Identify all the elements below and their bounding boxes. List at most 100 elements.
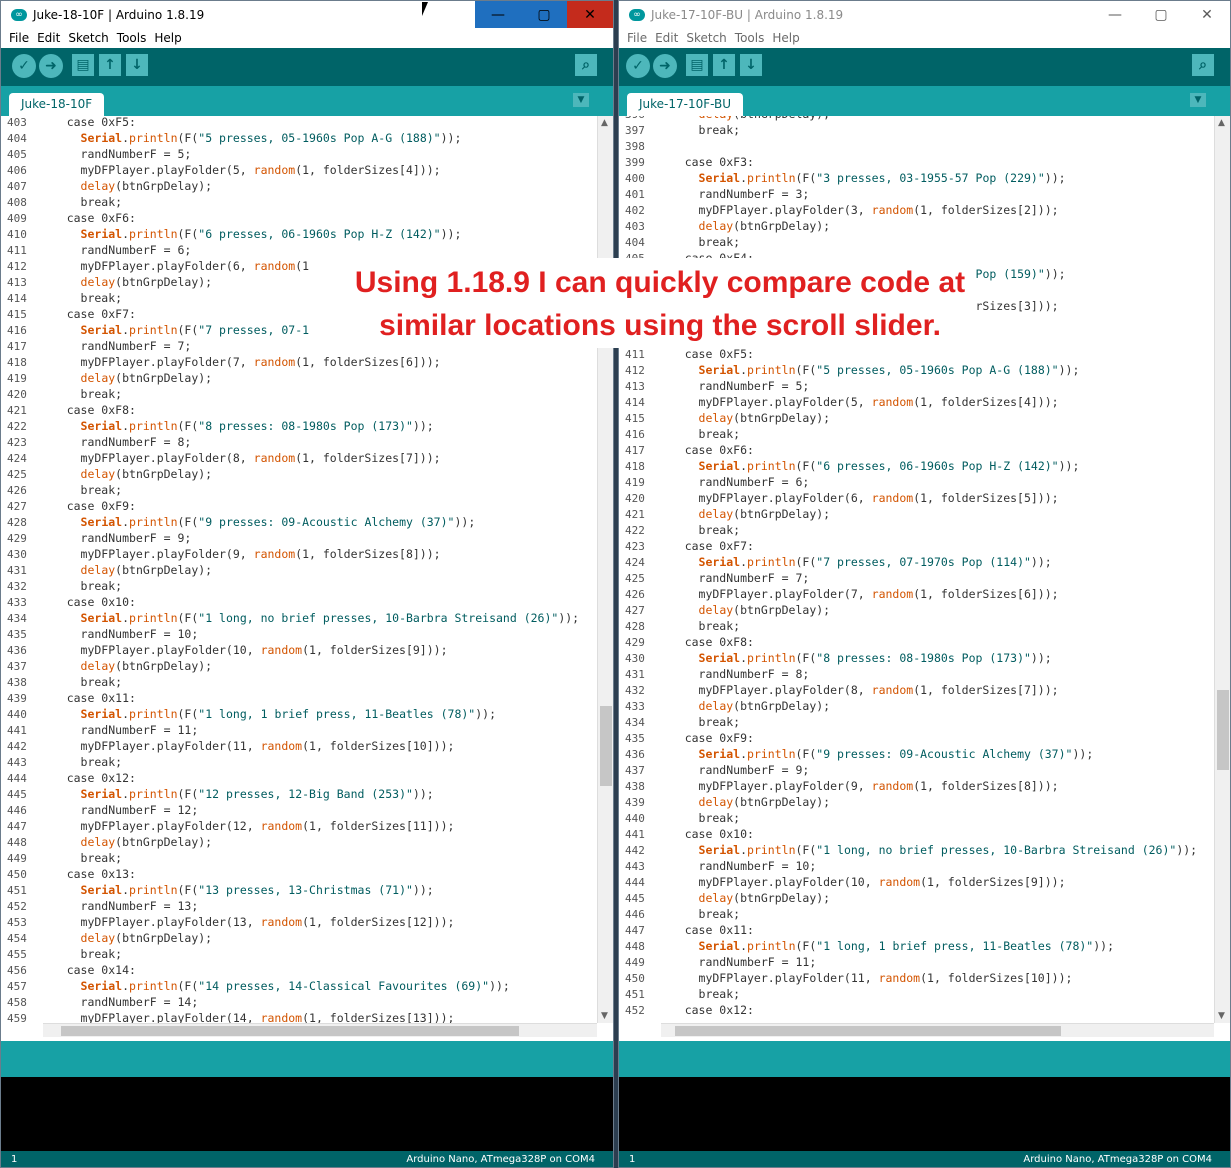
code-text: break; bbox=[657, 523, 741, 537]
menu-help[interactable]: Help bbox=[772, 31, 799, 45]
code-line: 424 myDFPlayer.playFolder(8, random(1, f… bbox=[1, 450, 597, 466]
mouse-cursor-icon bbox=[422, 2, 428, 16]
code-line: 439 delay(btnGrpDelay); bbox=[619, 794, 1214, 810]
code-text: case 0x12: bbox=[39, 771, 136, 785]
line-number-label: 418 bbox=[625, 460, 645, 473]
line-number-label: 455 bbox=[7, 948, 27, 961]
code-line: 438 myDFPlayer.playFolder(9, random(1, f… bbox=[619, 778, 1214, 794]
line-number-label: 422 bbox=[7, 420, 27, 433]
code-editor[interactable]: 403 case 0xF5: 404 Serial.println(F("5 pr… bbox=[1, 116, 613, 1023]
menu-file[interactable]: File bbox=[627, 31, 647, 45]
vertical-scrollbar[interactable]: ▲ ▼ bbox=[597, 116, 613, 1023]
menu-sketch[interactable]: Sketch bbox=[686, 31, 726, 45]
menu-tools[interactable]: Tools bbox=[735, 31, 765, 45]
save-down-arrow-icon[interactable]: ↓ bbox=[126, 54, 148, 76]
code-text: break; bbox=[657, 123, 741, 137]
line-number-label: 411 bbox=[625, 348, 645, 361]
code-text: delay(btnGrpDelay); bbox=[80, 467, 213, 481]
line-number-label: 451 bbox=[625, 988, 645, 1001]
line-number-label: 414 bbox=[7, 292, 27, 305]
vertical-scroll-thumb[interactable] bbox=[1217, 690, 1229, 770]
line-number-label: 431 bbox=[7, 564, 27, 577]
open-up-arrow-icon[interactable]: ↑ bbox=[713, 54, 735, 76]
code-line: 451 Serial.println(F("13 presses, 13-Chr… bbox=[1, 882, 597, 898]
code-text: case 0xF8: bbox=[39, 403, 136, 417]
verify-check-icon[interactable]: ✓ bbox=[12, 54, 36, 78]
code-text: Serial.println(F("1 long, 1 brief press,… bbox=[80, 707, 497, 721]
scroll-down-arrow-icon[interactable]: ▼ bbox=[1218, 1011, 1225, 1021]
horizontal-scrollbar[interactable] bbox=[661, 1023, 1214, 1037]
close-button[interactable]: ✕ bbox=[567, 1, 613, 28]
code-text: break; bbox=[39, 851, 123, 865]
line-number-label: 448 bbox=[7, 836, 27, 849]
new-file-icon[interactable]: ▤ bbox=[72, 54, 94, 76]
serial-monitor-icon[interactable]: ⌕ bbox=[1192, 54, 1214, 76]
menu-sketch[interactable]: Sketch bbox=[68, 31, 108, 45]
maximize-button[interactable]: ▢ bbox=[1138, 1, 1184, 28]
code-line: 437 delay(btnGrpDelay); bbox=[1, 658, 597, 674]
code-editor[interactable]: 396 delay(btnGrpDelay);397 break;398399 … bbox=[619, 116, 1230, 1023]
code-line: 448 delay(btnGrpDelay); bbox=[1, 834, 597, 850]
vertical-scrollbar[interactable]: ▲ ▼ bbox=[1214, 116, 1230, 1023]
code-text: randNumberF = 3; bbox=[657, 187, 810, 201]
serial-monitor-icon[interactable]: ⌕ bbox=[575, 54, 597, 76]
line-number-label: 439 bbox=[7, 692, 27, 705]
code-text: case 0xF6: bbox=[657, 443, 754, 457]
code-text: myDFPlayer.playFolder(5, random(1, folde… bbox=[657, 395, 1059, 409]
menu-help[interactable]: Help bbox=[154, 31, 181, 45]
code-line: 419 delay(btnGrpDelay); bbox=[1, 370, 597, 386]
code-text: delay(btnGrpDelay); bbox=[80, 275, 213, 289]
line-number-label: 432 bbox=[7, 580, 27, 593]
line-number-label: 449 bbox=[625, 956, 645, 969]
line-number-label: 447 bbox=[7, 820, 27, 833]
code-line: 437 randNumberF = 9; bbox=[619, 762, 1214, 778]
vertical-scroll-thumb[interactable] bbox=[600, 706, 612, 786]
code-text: Serial.println(F("6 presses, 06-1960s Po… bbox=[80, 227, 462, 241]
code-line: 436 myDFPlayer.playFolder(10, random(1, … bbox=[1, 642, 597, 658]
verify-check-icon[interactable]: ✓ bbox=[626, 54, 650, 78]
code-text: case 0x11: bbox=[39, 691, 136, 705]
code-text: Serial.println(F("7 presses, 07-1 bbox=[80, 323, 310, 337]
code-line: 422 break; bbox=[619, 522, 1214, 538]
horizontal-scroll-thumb[interactable] bbox=[61, 1026, 519, 1036]
code-line: 404 Serial.println(F("5 presses, 05-1960… bbox=[1, 130, 597, 146]
tab-menu-chevron-down-icon[interactable]: ▼ bbox=[1190, 93, 1206, 107]
menu-edit[interactable]: Edit bbox=[37, 31, 60, 45]
menu-file[interactable]: File bbox=[9, 31, 29, 45]
code-text: myDFPlayer.playFolder(6, random(1 bbox=[39, 259, 310, 273]
upload-arrow-icon[interactable]: ➜ bbox=[39, 54, 63, 78]
new-file-icon[interactable]: ▤ bbox=[686, 54, 708, 76]
maximize-button[interactable]: ▢ bbox=[521, 1, 567, 28]
sketch-tab[interactable]: Juke-17-10F-BU bbox=[627, 93, 744, 116]
save-down-arrow-icon[interactable]: ↓ bbox=[740, 54, 762, 76]
window-title: Juke-17-10F-BU | Arduino 1.8.19 bbox=[651, 7, 844, 22]
scroll-up-arrow-icon[interactable]: ▲ bbox=[601, 118, 608, 128]
horizontal-scrollbar[interactable] bbox=[43, 1023, 597, 1037]
code-line: 420 break; bbox=[1, 386, 597, 402]
sketch-tab[interactable]: Juke-18-10F bbox=[9, 93, 105, 116]
scroll-up-arrow-icon[interactable]: ▲ bbox=[1218, 118, 1225, 128]
code-text: myDFPlayer.playFolder(8, random(1, folde… bbox=[657, 683, 1059, 697]
close-button[interactable]: ✕ bbox=[1184, 1, 1230, 28]
upload-arrow-icon[interactable]: ➜ bbox=[653, 54, 677, 78]
code-text: randNumberF = 9; bbox=[657, 763, 810, 777]
scroll-down-arrow-icon[interactable]: ▼ bbox=[601, 1011, 608, 1021]
tab-menu-chevron-down-icon[interactable]: ▼ bbox=[573, 93, 589, 107]
open-up-arrow-icon[interactable]: ↑ bbox=[99, 54, 121, 76]
menu-tools[interactable]: Tools bbox=[117, 31, 147, 45]
code-line: 403 case 0xF5: bbox=[1, 116, 597, 130]
line-number-label: 432 bbox=[625, 684, 645, 697]
menu-edit[interactable]: Edit bbox=[655, 31, 678, 45]
line-number-label: 418 bbox=[7, 356, 27, 369]
board-info: Arduino Nano, ATmega328P on COM4 bbox=[406, 1154, 595, 1165]
line-number-label: 438 bbox=[625, 780, 645, 793]
minimize-button[interactable]: — bbox=[1092, 1, 1138, 28]
code-line: 451 break; bbox=[619, 986, 1214, 1002]
line-number-label: 410 bbox=[7, 228, 27, 241]
line-number-label: 446 bbox=[625, 908, 645, 921]
horizontal-scroll-thumb[interactable] bbox=[675, 1026, 1061, 1036]
minimize-button[interactable]: — bbox=[475, 1, 521, 28]
line-number-label: 431 bbox=[625, 668, 645, 681]
arduino-logo-icon: ∞ bbox=[629, 8, 645, 21]
line-number-label: 435 bbox=[7, 628, 27, 641]
